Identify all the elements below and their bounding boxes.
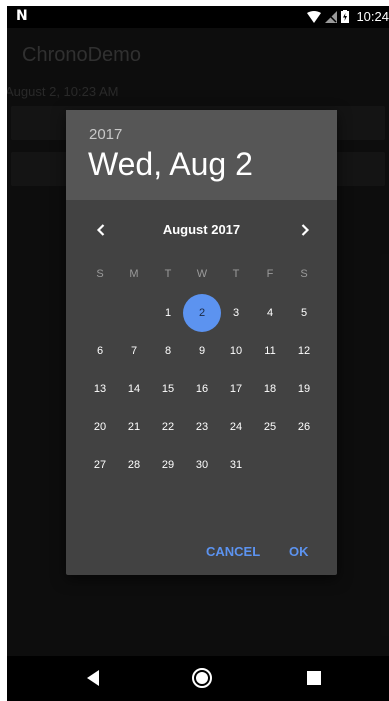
weekday-label: M (129, 268, 139, 280)
recent-apps-button[interactable] (303, 667, 325, 689)
header-year[interactable]: 2017 (89, 126, 122, 143)
header-date[interactable]: Wed, Aug 2 (88, 146, 253, 183)
calendar-day[interactable]: 24 (219, 410, 253, 444)
calendar-day[interactable]: 1 (151, 296, 185, 330)
calendar-day[interactable]: 21 (117, 410, 151, 444)
calendar-day[interactable]: 5 (287, 296, 321, 330)
calendar-day[interactable]: 20 (83, 410, 117, 444)
calendar-day[interactable]: 17 (219, 372, 253, 406)
dialog-actions: CANCEL OK (66, 540, 337, 566)
home-button[interactable] (191, 667, 213, 689)
calendar-day[interactable]: 9 (185, 334, 219, 368)
cancel-button[interactable]: CANCEL (206, 544, 260, 559)
selected-day[interactable]: 2 (183, 294, 221, 332)
status-time: 10:24 (356, 9, 389, 24)
status-icons (307, 10, 349, 23)
system-navigation-bar (7, 656, 389, 701)
chevron-right-icon (301, 224, 310, 236)
calendar-day[interactable]: 6 (83, 334, 117, 368)
calendar-day[interactable]: 23 (185, 410, 219, 444)
no-signal-icon (325, 10, 337, 23)
calendar-day[interactable]: 25 (253, 410, 287, 444)
weekday-label: T (164, 268, 172, 280)
calendar-day[interactable]: 31 (219, 448, 253, 482)
calendar-day[interactable]: 15 (151, 372, 185, 406)
wifi-icon (307, 10, 321, 23)
weekday-label: S (300, 268, 308, 280)
calendar-day[interactable]: 28 (117, 448, 151, 482)
calendar-day[interactable]: 12 (287, 334, 321, 368)
weekday-header-row: SMTWTFS (83, 268, 323, 286)
calendar-day[interactable]: 14 (117, 372, 151, 406)
back-button[interactable] (83, 667, 105, 689)
device-screen: N 10:24 ChronoDemo August 2, 10:23 AM 20… (7, 6, 389, 701)
calendar-day[interactable]: 19 (287, 372, 321, 406)
ok-button[interactable]: OK (289, 544, 309, 559)
calendar-day[interactable]: 7 (117, 334, 151, 368)
calendar-day[interactable]: 26 (287, 410, 321, 444)
notification-n-icon: N (16, 8, 28, 24)
calendar-day[interactable]: 30 (185, 448, 219, 482)
weekday-label: W (196, 268, 208, 280)
home-circle-icon (192, 668, 212, 688)
calendar-day[interactable]: 13 (83, 372, 117, 406)
recent-square-icon (307, 671, 321, 685)
status-bar: N 10:24 (7, 6, 389, 28)
back-triangle-icon (87, 670, 99, 686)
calendar-day[interactable]: 16 (185, 372, 219, 406)
weekday-label: F (266, 268, 274, 280)
calendar-day[interactable]: 8 (151, 334, 185, 368)
dialog-header: 2017 Wed, Aug 2 (66, 110, 337, 200)
calendar-day[interactable]: 18 (253, 372, 287, 406)
battery-charging-icon (341, 10, 349, 23)
calendar-day[interactable]: 3 (219, 296, 253, 330)
calendar-day[interactable]: 4 (253, 296, 287, 330)
calendar-days-grid: 1 2 3 4 5 6 7 8 9 10 11 12 13 14 15 16 17 18 19 20 21 22 23 24 2… (83, 294, 323, 496)
calendar-day[interactable]: 22 (151, 410, 185, 444)
calendar-day[interactable]: 29 (151, 448, 185, 482)
weekday-label: S (96, 268, 104, 280)
weekday-label: T (232, 268, 240, 280)
calendar-day[interactable]: 11 (253, 334, 287, 368)
calendar-day[interactable]: 27 (83, 448, 117, 482)
calendar-day[interactable]: 10 (219, 334, 253, 368)
month-navigation: August 2017 (66, 216, 337, 244)
next-month-button[interactable] (293, 218, 317, 242)
date-picker-dialog: 2017 Wed, Aug 2 August 2017 SMTWTFS 1234… (66, 110, 337, 575)
